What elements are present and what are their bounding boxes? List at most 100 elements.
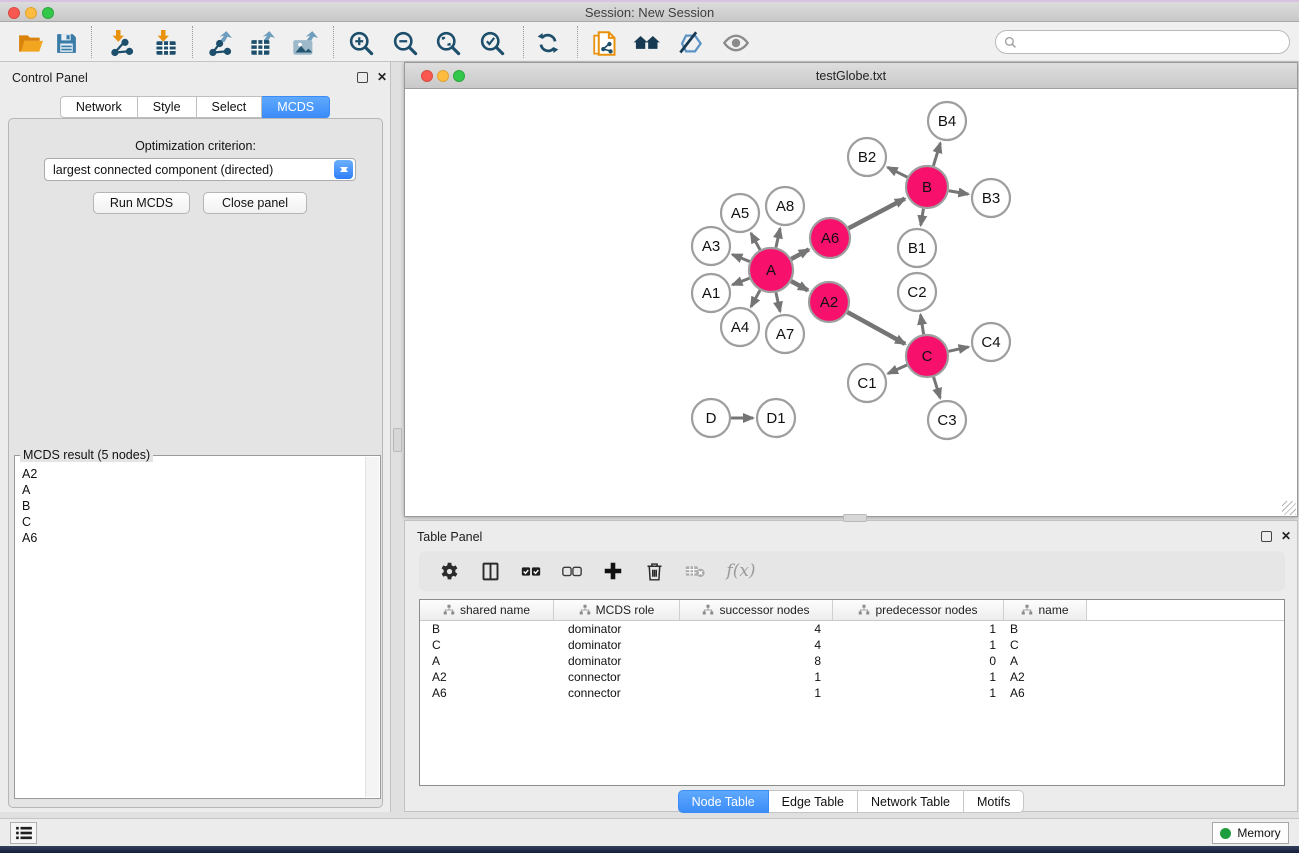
close-panel-icon[interactable]: ✕ <box>375 70 389 84</box>
result-item[interactable]: A6 <box>16 530 365 546</box>
export-table-button[interactable] <box>246 28 276 58</box>
task-history-button[interactable] <box>10 822 37 844</box>
edge-B-B3[interactable] <box>949 191 969 194</box>
hide-labels-button[interactable] <box>675 28 705 58</box>
tab-network[interactable]: Network <box>60 96 138 118</box>
zoom-selected-button[interactable] <box>477 28 507 58</box>
column-header-successor-nodes[interactable]: successor nodes <box>680 600 833 620</box>
float-table-panel-icon[interactable] <box>1259 529 1273 543</box>
node-A5[interactable]: A5 <box>721 194 759 232</box>
criterion-dropdown[interactable]: largest connected component (directed) <box>44 158 356 181</box>
export-image-button[interactable] <box>289 28 319 58</box>
zoom-fit-button[interactable] <box>433 28 463 58</box>
column-header-MCDS-role[interactable]: MCDS role <box>554 600 680 620</box>
delete-table-button[interactable] <box>683 559 707 583</box>
node-C[interactable]: C <box>906 335 948 377</box>
edge-A-A5[interactable] <box>751 233 760 250</box>
node-A1[interactable]: A1 <box>692 274 730 312</box>
close-table-panel-icon[interactable]: ✕ <box>1279 529 1293 543</box>
column-header-shared-name[interactable]: shared name <box>420 600 554 620</box>
select-all-button[interactable] <box>519 559 543 583</box>
table-row[interactable]: A2connector11A2 <box>420 669 1284 685</box>
column-header-predecessor-nodes[interactable]: predecessor nodes <box>833 600 1004 620</box>
node-B2[interactable]: B2 <box>848 138 886 176</box>
table-row[interactable]: Adominator80A <box>420 653 1284 669</box>
edge-B-B2[interactable] <box>888 167 908 177</box>
result-item[interactable]: C <box>16 514 365 530</box>
edge-A-A7[interactable] <box>776 292 780 311</box>
node-A[interactable]: A <box>749 248 793 292</box>
import-network-button[interactable] <box>105 28 135 58</box>
node-C4[interactable]: C4 <box>972 323 1010 361</box>
save-session-button[interactable] <box>51 28 81 58</box>
unselect-all-button[interactable] <box>560 559 584 583</box>
zoom-out-button[interactable] <box>390 28 420 58</box>
horizontal-splitter-handle[interactable] <box>843 514 867 522</box>
edge-A-A3[interactable] <box>732 255 749 262</box>
search-input[interactable] <box>1022 35 1289 49</box>
edge-A-A1[interactable] <box>732 278 749 285</box>
node-B[interactable]: B <box>906 166 948 208</box>
run-mcds-button[interactable]: Run MCDS <box>93 192 190 214</box>
node-A8[interactable]: A8 <box>766 187 804 225</box>
export-network-button[interactable] <box>203 28 233 58</box>
close-panel-button[interactable]: Close panel <box>203 192 307 214</box>
tab-network-table[interactable]: Network Table <box>858 790 964 813</box>
window-resize-grip[interactable] <box>1282 501 1296 515</box>
edge-C-C4[interactable] <box>948 347 968 351</box>
node-table[interactable]: shared nameMCDS rolesuccessor nodesprede… <box>419 599 1285 786</box>
show-hide-graphics-button[interactable] <box>721 28 751 58</box>
network-canvas[interactable]: A A1 A2 A3 A4 A5 A6 A7 A8 B B1 B2 B3 B4 C C1 C2 C3 C4 D D1 <box>405 90 1297 516</box>
edge-C-C3[interactable] <box>934 377 941 398</box>
table-settings-button[interactable] <box>437 559 461 583</box>
node-A3[interactable]: A3 <box>692 227 730 265</box>
create-column-button[interactable] <box>601 559 625 583</box>
result-item[interactable]: B <box>16 498 365 514</box>
tab-motifs[interactable]: Motifs <box>964 790 1024 813</box>
node-D1[interactable]: D1 <box>757 399 795 437</box>
column-header-name[interactable]: name <box>1004 600 1087 620</box>
edge-A-A2[interactable] <box>791 281 808 290</box>
import-table-button[interactable] <box>150 28 180 58</box>
edge-C-C1[interactable] <box>888 365 907 374</box>
node-A4[interactable]: A4 <box>721 308 759 346</box>
node-B3[interactable]: B3 <box>972 179 1010 217</box>
node-A7[interactable]: A7 <box>766 315 804 353</box>
zoom-in-button[interactable] <box>346 28 376 58</box>
node-C1[interactable]: C1 <box>848 364 886 402</box>
refresh-layout-button[interactable] <box>533 28 563 58</box>
node-C3[interactable]: C3 <box>928 401 966 439</box>
tab-mcds[interactable]: MCDS <box>262 96 330 118</box>
tab-style[interactable]: Style <box>138 96 197 118</box>
vertical-splitter-handle[interactable] <box>393 428 402 452</box>
network-window-titlebar[interactable]: testGlobe.txt <box>405 63 1297 89</box>
edge-A-A6[interactable] <box>791 249 809 259</box>
home-cybrowser-button[interactable] <box>632 28 662 58</box>
show-column-button[interactable] <box>478 559 502 583</box>
node-B4[interactable]: B4 <box>928 102 966 140</box>
search-box[interactable] <box>995 30 1290 54</box>
table-row[interactable]: A6connector11A6 <box>420 685 1284 701</box>
edge-C-C2[interactable] <box>921 315 924 335</box>
delete-column-button[interactable] <box>642 559 666 583</box>
open-file-button[interactable] <box>16 28 46 58</box>
new-network-from-selection-button[interactable] <box>590 28 620 58</box>
result-list-scrollbar[interactable] <box>365 457 379 797</box>
edge-A6-B[interactable] <box>849 199 905 229</box>
node-A6[interactable]: A6 <box>810 218 850 258</box>
edge-A-A8[interactable] <box>776 228 780 247</box>
node-B1[interactable]: B1 <box>898 229 936 267</box>
table-row[interactable]: Bdominator41B <box>420 621 1284 637</box>
node-C2[interactable]: C2 <box>898 273 936 311</box>
result-item[interactable]: A2 <box>16 466 365 482</box>
node-A2[interactable]: A2 <box>809 282 849 322</box>
tab-node-table[interactable]: Node Table <box>678 790 769 813</box>
edge-A-A4[interactable] <box>751 290 760 307</box>
tab-edge-table[interactable]: Edge Table <box>769 790 858 813</box>
table-row[interactable]: Cdominator41C <box>420 637 1284 653</box>
node-D[interactable]: D <box>692 399 730 437</box>
edge-B-B1[interactable] <box>921 209 924 226</box>
float-panel-icon[interactable] <box>355 70 369 84</box>
memory-button[interactable]: Memory <box>1212 822 1289 844</box>
edge-A2-C[interactable] <box>847 312 905 344</box>
